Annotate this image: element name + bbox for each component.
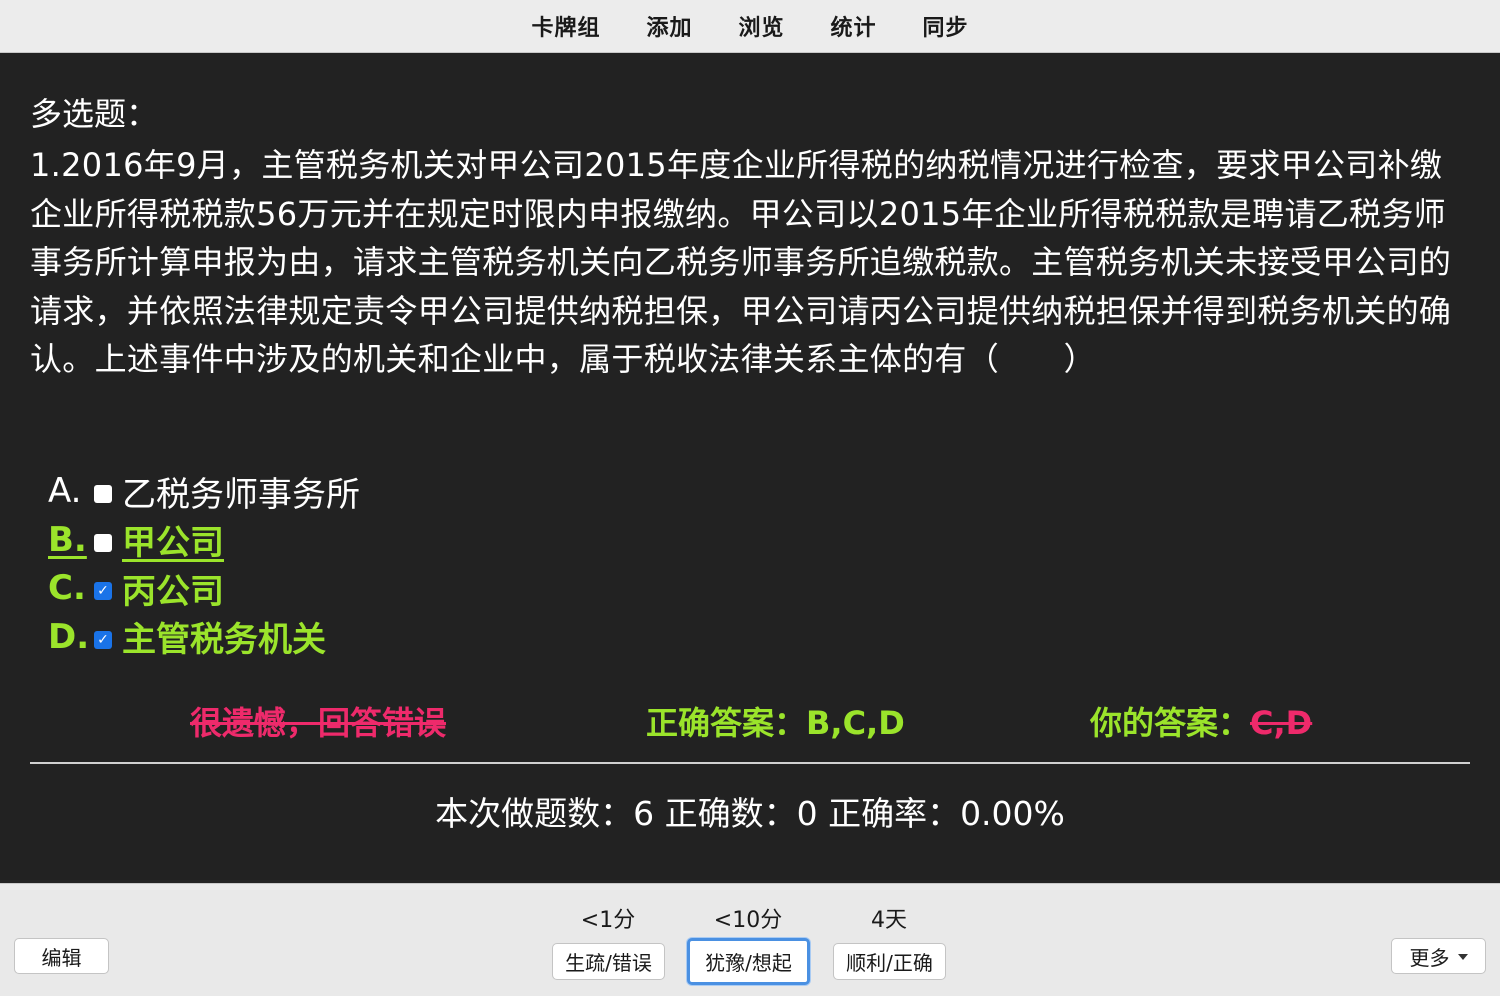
nav-add[interactable]: 添加 xyxy=(623,10,715,42)
nav-sync[interactable]: 同步 xyxy=(900,10,992,42)
option-checkbox[interactable] xyxy=(94,533,112,552)
answer-bar: 编辑 <1分 <10分 4天 生疏/错误 犹豫/想起 顺利/正确 更多 xyxy=(0,883,1500,996)
card-content: 多选题： 1.2016年9月，主管税务机关对甲公司2015年度企业所得税的纳税情… xyxy=(0,53,1500,883)
nav-browse[interactable]: 浏览 xyxy=(715,10,807,42)
correct-answer-label: 正确答案： xyxy=(646,704,807,742)
interval-hard: <10分 xyxy=(713,908,783,933)
option-letter: B. xyxy=(48,519,87,560)
option-label: 丙公司 xyxy=(122,571,224,612)
options-list: A. 乙税务师事务所 B. 甲公司 C. ✓ 丙公司 D. ✓ 主管税务机关 xyxy=(48,467,360,661)
option-checkbox[interactable] xyxy=(94,485,112,504)
divider xyxy=(30,762,1470,764)
option-letter: D. xyxy=(48,616,90,657)
more-button[interactable]: 更多 xyxy=(1391,938,1486,974)
option-b[interactable]: B. 甲公司 xyxy=(48,516,360,565)
interval-good: 4天 xyxy=(871,908,907,933)
correct-answer: 正确答案：B,C,D xyxy=(646,698,905,744)
good-button[interactable]: 顺利/正确 xyxy=(833,943,946,980)
question-type: 多选题： xyxy=(30,95,159,133)
your-answer-label: 你的答案： xyxy=(1090,704,1251,742)
option-label: 乙税务师事务所 xyxy=(122,474,360,515)
top-nav: 卡牌组 添加 浏览 统计 同步 xyxy=(0,0,1500,53)
nav-stats[interactable]: 统计 xyxy=(808,10,900,42)
more-button-label: 更多 xyxy=(1409,945,1450,970)
option-label: 主管税务机关 xyxy=(122,620,326,661)
option-d[interactable]: D. ✓ 主管税务机关 xyxy=(48,613,360,662)
option-checkbox-checked[interactable]: ✓ xyxy=(94,582,112,601)
option-c[interactable]: C. ✓ 丙公司 xyxy=(48,564,360,613)
option-checkbox-checked[interactable]: ✓ xyxy=(94,630,112,649)
interval-again: <1分 xyxy=(580,908,636,933)
chevron-down-icon xyxy=(1457,954,1468,960)
verdict-text: 很遗憾，回答错误 xyxy=(190,704,447,742)
question-text: 1.2016年9月，主管税务机关对甲公司2015年度企业所得税的纳税情况进行检查… xyxy=(30,146,1452,378)
again-button[interactable]: 生疏/错误 xyxy=(552,943,665,980)
your-answer: 你的答案：C,D xyxy=(1090,698,1312,744)
hard-button[interactable]: 犹豫/想起 xyxy=(687,938,810,985)
option-label: 甲公司 xyxy=(122,523,224,564)
option-a[interactable]: A. 乙税务师事务所 xyxy=(48,467,360,516)
edit-button[interactable]: 编辑 xyxy=(14,938,109,974)
option-letter: C. xyxy=(48,568,86,609)
session-stats: 本次做题数：6 正确数：0 正确率：0.00% xyxy=(435,794,1065,833)
option-letter: A. xyxy=(48,471,82,512)
your-answer-value: C,D xyxy=(1250,704,1313,742)
correct-answer-value: B,C,D xyxy=(806,704,905,742)
nav-decks[interactable]: 卡牌组 xyxy=(508,10,623,42)
